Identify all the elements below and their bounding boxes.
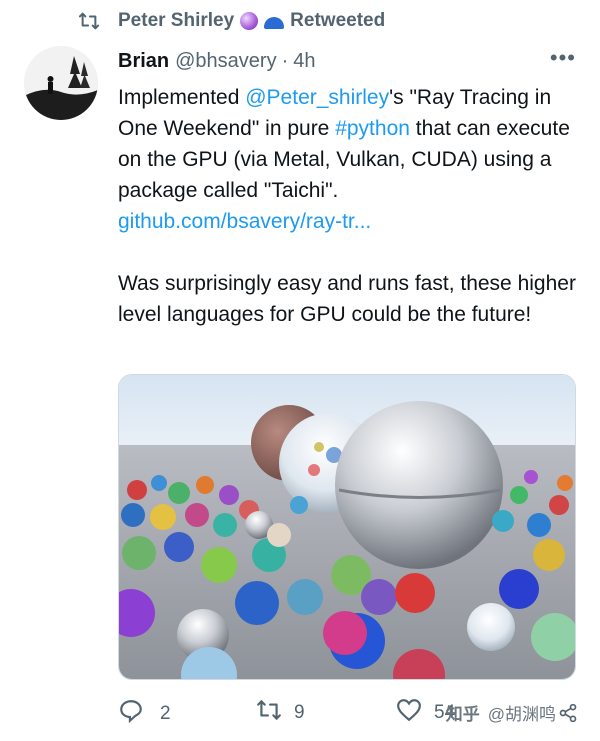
tweet-time[interactable]: 4h bbox=[293, 50, 315, 73]
crystal-ball-icon bbox=[240, 12, 259, 30]
retweeted-label: Retweeted bbox=[290, 10, 386, 31]
watermark-site: 知乎 bbox=[445, 705, 480, 724]
cap-icon bbox=[264, 17, 285, 29]
like-icon bbox=[396, 698, 422, 728]
paragraph-1: Implemented @Peter_shirley's "Ray Tracin… bbox=[118, 86, 570, 202]
author-handle[interactable]: @bhsavery bbox=[175, 50, 276, 73]
tweet-text: Implemented @Peter_shirley's "Ray Tracin… bbox=[118, 82, 578, 330]
retweet-icon bbox=[78, 10, 100, 32]
reply-button[interactable]: 2 bbox=[118, 698, 171, 730]
hashtag-link[interactable]: #python bbox=[335, 117, 410, 140]
retweet-count: 9 bbox=[294, 702, 305, 723]
reply-count: 2 bbox=[160, 703, 171, 724]
separator: · bbox=[281, 49, 289, 72]
retweet-indicator: Peter Shirley Retweeted bbox=[78, 8, 385, 34]
github-link[interactable]: github.com/bsavery/ray-tr... bbox=[118, 210, 371, 233]
author-name[interactable]: Brian bbox=[118, 50, 169, 73]
more-icon[interactable]: ••• bbox=[550, 45, 576, 71]
url-line: github.com/bsavery/ray-tr... bbox=[118, 206, 578, 237]
avatar[interactable] bbox=[24, 46, 98, 120]
retweet-icon bbox=[256, 698, 282, 728]
reply-icon bbox=[118, 698, 144, 730]
tweet-header: Brian @bhsavery · 4h ••• bbox=[118, 45, 580, 75]
watermark-author: @胡渊鸣 bbox=[487, 705, 556, 724]
retweeter-name[interactable]: Peter Shirley bbox=[118, 10, 234, 32]
watermark: 知乎 @胡渊鸣 bbox=[446, 700, 578, 725]
mention-link[interactable]: @Peter_shirley bbox=[245, 86, 389, 109]
tweet-image[interactable] bbox=[118, 374, 576, 680]
share-icon[interactable] bbox=[558, 702, 578, 724]
paragraph-2: Was surprisingly easy and runs fast, the… bbox=[118, 272, 576, 326]
retweet-button[interactable]: 9 bbox=[256, 698, 305, 728]
